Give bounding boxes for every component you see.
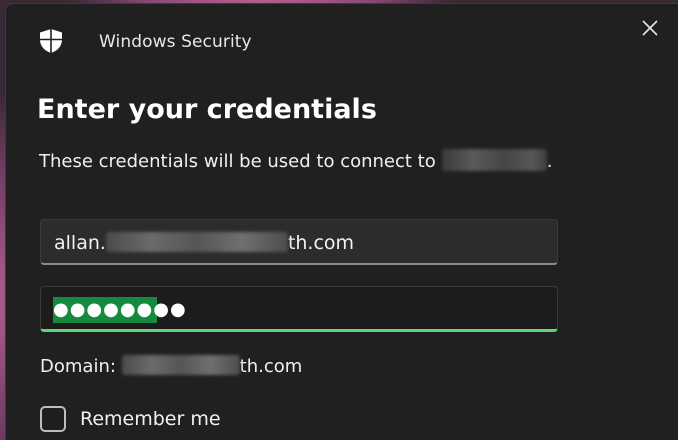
password-field[interactable]: ●●●●●●●●	[40, 286, 558, 332]
redacted-target	[441, 149, 547, 171]
description-text: These credentials will be used to connec…	[39, 151, 436, 172]
password-value: ●●●●●●●●	[53, 297, 186, 323]
dialog-heading: Enter your credentials	[37, 94, 377, 125]
username-prefix: allan.	[54, 232, 106, 254]
app-title: Windows Security	[99, 32, 252, 52]
description-suffix: .	[546, 151, 553, 172]
domain-suffix: th.com	[239, 356, 303, 377]
shield-icon	[38, 28, 64, 54]
credentials-dialog: Windows Security Enter your credentials …	[5, 3, 678, 440]
remember-me-label: Remember me	[80, 408, 221, 430]
close-icon	[642, 20, 658, 40]
username-suffix: th.com	[287, 232, 355, 254]
checkbox-box[interactable]	[40, 406, 66, 432]
username-value: allan. th.com	[54, 231, 355, 254]
title-bar: Windows Security	[6, 4, 678, 76]
dialog-description: These credentials will be used to connec…	[39, 149, 553, 172]
remember-me-checkbox[interactable]: Remember me	[40, 404, 221, 434]
redacted-domain	[121, 355, 240, 375]
domain-label: Domain:	[40, 356, 116, 377]
username-field[interactable]: allan. th.com	[40, 219, 558, 265]
close-button[interactable]	[632, 12, 668, 48]
domain-info: Domain: th.com	[40, 355, 303, 377]
redacted-username	[105, 231, 288, 252]
